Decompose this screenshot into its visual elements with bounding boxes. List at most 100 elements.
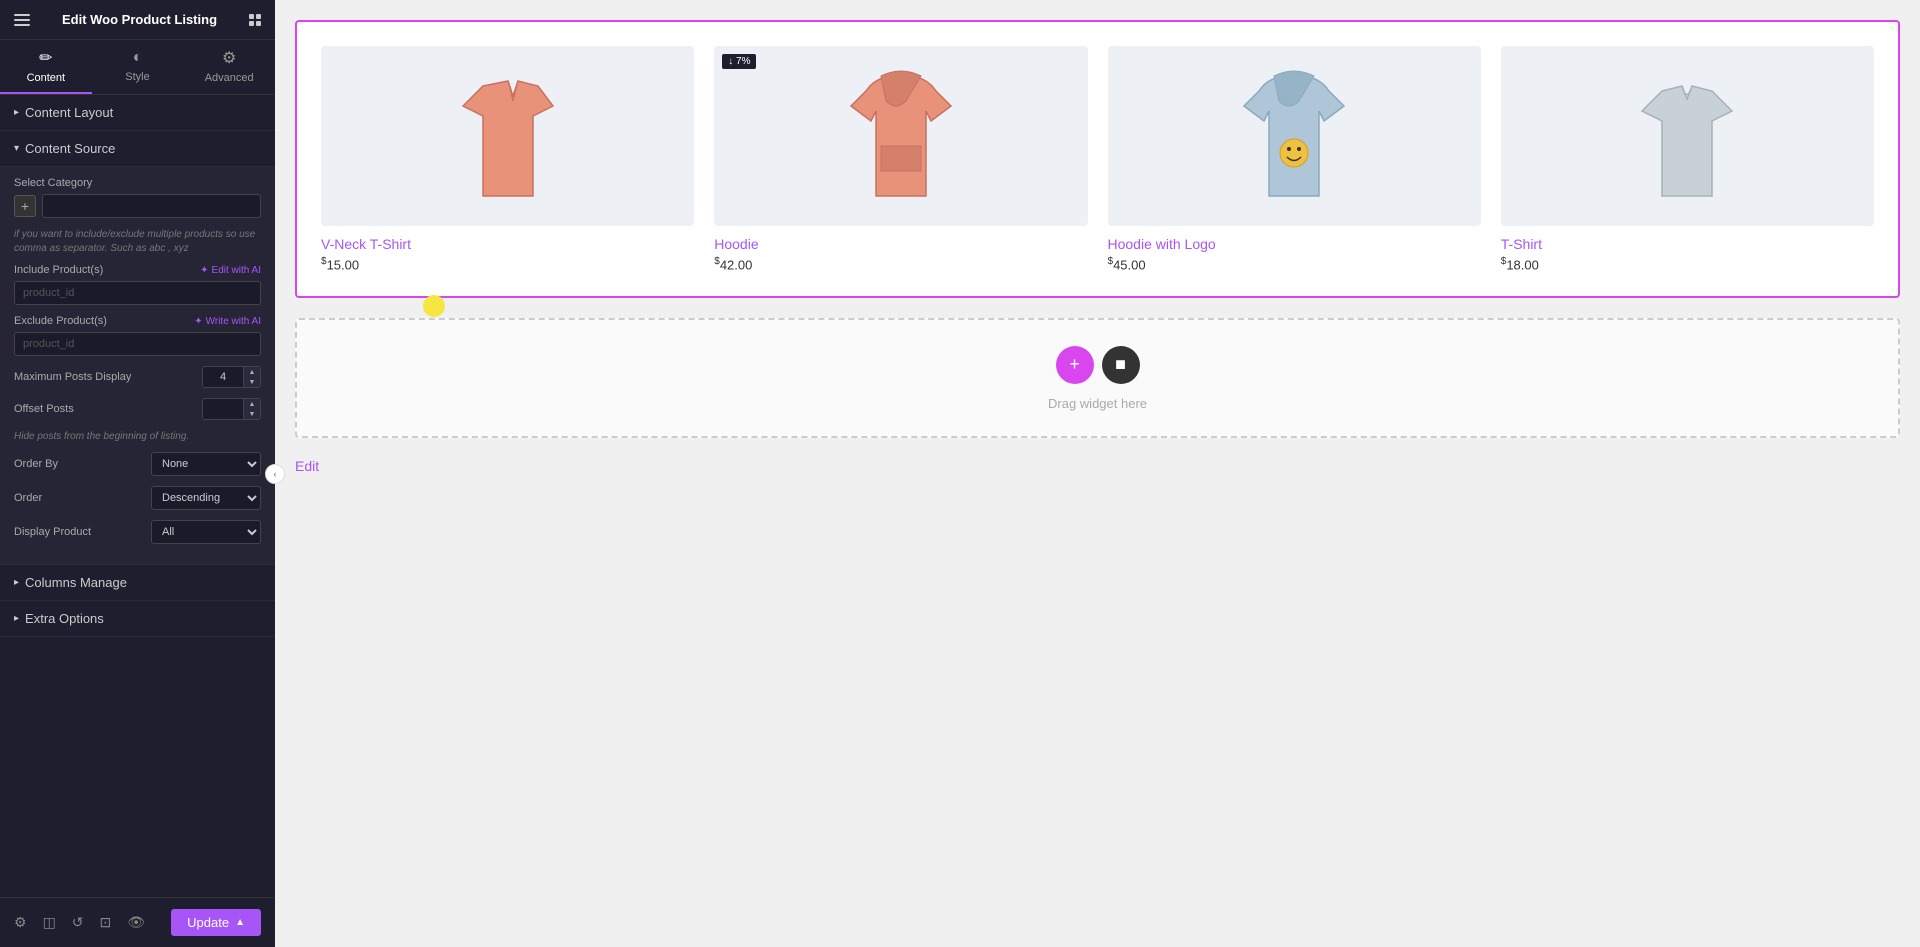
order-select[interactable]: Descending Ascending — [151, 486, 261, 510]
content-source-body: Select Category + if you want to include… — [0, 167, 275, 565]
edit-link[interactable]: Edit — [295, 458, 319, 474]
include-products-input[interactable] — [14, 281, 261, 305]
offset-posts-control: ▲ ▼ — [202, 398, 261, 420]
product-card-0[interactable]: V-Neck T-Shirt $15.00 — [311, 36, 704, 282]
product-image-2 — [1108, 46, 1481, 226]
order-row: Order Descending Ascending — [14, 486, 261, 510]
hamburger-icon[interactable] — [14, 14, 30, 26]
product-name-1: Hoodie — [714, 236, 1087, 252]
product-name-2: Hoodie with Logo — [1108, 236, 1481, 252]
layers-icon[interactable]: ◫ — [43, 914, 56, 931]
content-layout-arrow: ▸ — [14, 107, 19, 118]
add-widget-icon[interactable]: + — [1056, 346, 1094, 384]
offset-posts-input[interactable] — [203, 399, 243, 419]
max-posts-input[interactable] — [203, 367, 243, 387]
update-chevron-icon: ▲ — [235, 917, 245, 928]
exclude-products-label-row: Exclude Product(s) ✦ Write with AI — [14, 315, 261, 327]
extra-options-arrow: ▸ — [14, 613, 19, 624]
style-tab-icon: ◐ — [133, 49, 143, 67]
widget-icon[interactable]: ■ — [1102, 346, 1140, 384]
sidebar: Edit Woo Product Listing ✏ Content ◐ Sty… — [0, 0, 275, 947]
product-price-1: $42.00 — [714, 256, 1087, 272]
section-content-layout[interactable]: ▸ Content Layout — [0, 95, 275, 131]
grid-icon[interactable] — [249, 14, 261, 26]
order-by-label: Order By — [14, 458, 151, 470]
hint-text: if you want to include/exclude multiple … — [14, 228, 261, 256]
offset-posts-row: Offset Posts ▲ ▼ — [14, 398, 261, 420]
collapse-sidebar-button[interactable]: ‹ — [265, 464, 285, 484]
responsive-icon[interactable]: ⊡ — [100, 914, 112, 931]
product-price-3: $18.00 — [1501, 256, 1874, 272]
offset-posts-label: Offset Posts — [14, 403, 202, 415]
offset-down[interactable]: ▼ — [244, 409, 260, 419]
tab-content-label: Content — [27, 72, 66, 84]
product-image-1: ↓ 7% — [714, 46, 1087, 226]
product-card-1[interactable]: ↓ 7% Hoodie $42.00 — [704, 36, 1097, 282]
sidebar-header: Edit Woo Product Listing — [0, 0, 275, 40]
update-label: Update — [187, 915, 229, 930]
content-source-arrow: ▾ — [14, 143, 19, 154]
tab-style-label: Style — [125, 71, 149, 83]
product-name-0: V-Neck T-Shirt — [321, 236, 694, 252]
offset-posts-spinners: ▲ ▼ — [243, 399, 260, 419]
columns-manage-label: Columns Manage — [25, 575, 127, 590]
tab-advanced[interactable]: ⚙ Advanced — [183, 40, 275, 94]
footer-icons: ⚙ ◫ ↺ ⊡ 👁 — [14, 914, 145, 931]
tab-advanced-label: Advanced — [205, 72, 254, 84]
hoodie-svg — [836, 66, 966, 206]
edit-with-ai-link[interactable]: ✦ Edit with AI — [200, 265, 261, 276]
product-card-2[interactable]: Hoodie with Logo $45.00 — [1098, 36, 1491, 282]
section-content-source[interactable]: ▾ Content Source — [0, 131, 275, 167]
max-posts-row: Maximum Posts Display ▲ ▼ — [14, 366, 261, 388]
section-columns-manage[interactable]: ▸ Columns Manage — [0, 565, 275, 601]
product-name-3: T-Shirt — [1501, 236, 1874, 252]
sidebar-title: Edit Woo Product Listing — [30, 12, 249, 27]
exclude-products-input[interactable] — [14, 332, 261, 356]
category-input-row: + — [14, 194, 261, 218]
product-image-0 — [321, 46, 694, 226]
order-label: Order — [14, 492, 151, 504]
update-button[interactable]: Update ▲ — [171, 909, 261, 936]
display-product-row: Display Product All On Sale Featured — [14, 520, 261, 544]
product-badge-1: ↓ 7% — [722, 54, 756, 69]
product-grid-wrapper: V-Neck T-Shirt $15.00 ↓ 7% — [295, 20, 1900, 298]
tab-content[interactable]: ✏ Content — [0, 40, 92, 94]
select-category-label: Select Category — [14, 177, 261, 189]
product-price-2: $45.00 — [1108, 256, 1481, 272]
order-by-row: Order By None Date Title Price Popularit… — [14, 452, 261, 476]
exclude-products-label: Exclude Product(s) — [14, 315, 107, 327]
tshirt-svg — [1622, 66, 1752, 206]
order-by-select[interactable]: None Date Title Price Popularity Rating … — [151, 452, 261, 476]
sparkle-icon-2: ✦ — [194, 316, 202, 327]
offset-hint: Hide posts from the beginning of listing… — [14, 430, 261, 444]
content-tab-icon: ✏ — [39, 48, 52, 68]
category-add-button[interactable]: + — [14, 195, 36, 217]
display-product-select[interactable]: All On Sale Featured — [151, 520, 261, 544]
content-source-label: Content Source — [25, 141, 115, 156]
columns-manage-arrow: ▸ — [14, 577, 19, 588]
eye-icon[interactable]: 👁 — [127, 914, 145, 931]
offset-up[interactable]: ▲ — [244, 399, 260, 409]
product-card-3[interactable]: T-Shirt $18.00 — [1491, 36, 1884, 282]
advanced-tab-icon: ⚙ — [222, 48, 236, 68]
sidebar-content: ▸ Content Layout ▾ Content Source Select… — [0, 95, 275, 947]
drag-text: Drag widget here — [1048, 396, 1147, 411]
product-price-0: $15.00 — [321, 256, 694, 272]
sidebar-tabs: ✏ Content ◐ Style ⚙ Advanced — [0, 40, 275, 95]
max-posts-down[interactable]: ▼ — [244, 377, 260, 387]
settings-icon[interactable]: ⚙ — [14, 914, 27, 931]
max-posts-spinners: ▲ ▼ — [243, 367, 260, 387]
write-with-ai-link[interactable]: ✦ Write with AI — [194, 316, 261, 327]
include-products-label-row: Include Product(s) ✦ Edit with AI — [14, 264, 261, 276]
category-text-input[interactable] — [42, 194, 261, 218]
tab-style[interactable]: ◐ Style — [92, 40, 184, 94]
history-icon[interactable]: ↺ — [72, 914, 84, 931]
max-posts-label: Maximum Posts Display — [14, 371, 202, 383]
section-extra-options[interactable]: ▸ Extra Options — [0, 601, 275, 637]
drag-widget-area[interactable]: + ■ Drag widget here — [295, 318, 1900, 438]
max-posts-up[interactable]: ▲ — [244, 367, 260, 377]
drag-icons: + ■ — [1056, 346, 1140, 384]
content-layout-label: Content Layout — [25, 105, 113, 120]
extra-options-label: Extra Options — [25, 611, 104, 626]
main-content: V-Neck T-Shirt $15.00 ↓ 7% — [275, 0, 1920, 947]
